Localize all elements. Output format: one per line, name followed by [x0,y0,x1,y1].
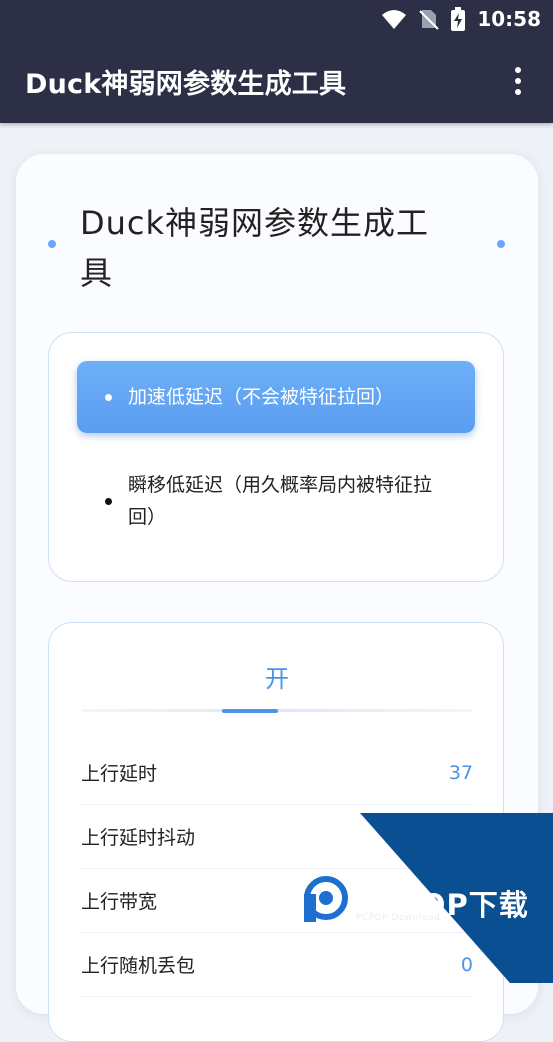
left-dot-icon [48,240,56,248]
watermark-subtitle: PCPOP Download [356,913,441,923]
mode-label: 加速低延迟（不会被特征拉回） [128,386,395,408]
battery-charging-icon [451,7,466,31]
watermark-logo-icon [304,876,348,922]
param-name: 上行随机丢包 [81,955,196,977]
status-icons: 10:58 [381,6,541,32]
mode-option-teleport[interactable]: 瞬移低延迟（用久概率局内被特征拉回） [77,451,475,551]
wifi-icon [382,10,407,29]
mode-selector: 加速低延迟（不会被特征拉回） 瞬移低延迟（用久概率局内被特征拉回） [48,332,504,582]
param-panel: 开 上行延时 37 上行延时抖动 上行带宽 上行随机丢包 0 [48,622,504,1042]
app-title: Duck神弱网参数生成工具 [25,69,347,100]
mode-option-accelerate[interactable]: 加速低延迟（不会被特征拉回） [77,361,475,433]
status-bar: 10:58 [0,0,553,38]
on-toggle[interactable]: 开 [49,659,505,694]
mode-label: 瞬移低延迟（用久概率局内被特征拉回） [128,474,433,528]
param-value[interactable]: 0 [461,954,473,976]
param-row-upload-delay[interactable]: 上行延时 37 [81,741,473,805]
radio-dot-icon [105,393,112,401]
param-name: 上行带宽 [81,891,158,913]
param-value[interactable]: 37 [449,762,473,784]
more-vert-icon[interactable] [503,66,533,96]
param-row-upload-jitter[interactable]: 上行延时抖动 [81,805,473,869]
radio-dot-icon [105,497,112,505]
card-heading: Duck神弱网参数生成工具 [80,204,430,292]
param-row-upload-packet-loss[interactable]: 上行随机丢包 0 [81,933,473,997]
param-name: 上行延时 [81,763,158,785]
param-name: 上行延时抖动 [81,827,196,849]
status-time: 10:58 [477,7,541,31]
no-sim-icon [419,10,440,30]
toggle-indicator [222,709,278,713]
app-bar: Duck神弱网参数生成工具 [0,38,553,123]
right-dot-icon [497,240,505,248]
